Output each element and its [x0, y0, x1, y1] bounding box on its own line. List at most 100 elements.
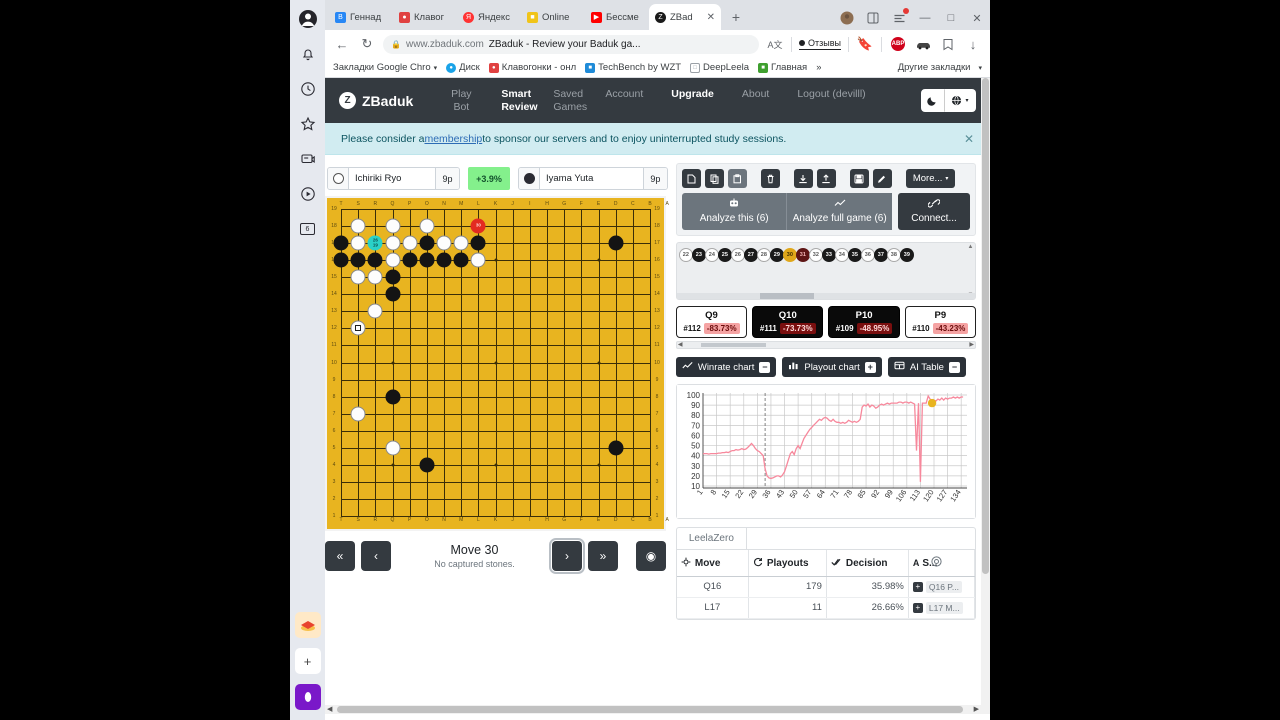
toggle-view-button[interactable]: ◉	[636, 541, 666, 571]
board-stone[interactable]	[402, 235, 418, 251]
paste-icon[interactable]	[727, 169, 747, 188]
page-hscrollbar[interactable]: ◀ ▶	[325, 705, 981, 714]
board-stone[interactable]	[350, 218, 366, 234]
next-move-button[interactable]: ›	[549, 538, 585, 574]
board-stone[interactable]: 30	[470, 218, 486, 234]
tab-leelazero[interactable]: LeelaZero	[676, 528, 747, 550]
board-stone[interactable]	[367, 303, 383, 319]
move-stone[interactable]: 22	[678, 248, 693, 262]
nav-upgrade[interactable]: Upgrade	[657, 88, 728, 101]
move-stone[interactable]: 31	[795, 248, 810, 262]
scroll-thumb[interactable]	[760, 293, 814, 299]
adblock-icon[interactable]: ABP	[889, 35, 907, 53]
scroll-left-arrow[interactable]: ◀	[678, 341, 683, 348]
nav-about[interactable]: About	[728, 88, 783, 101]
bell-icon[interactable]	[297, 43, 319, 65]
move-stone[interactable]: 26	[730, 248, 745, 262]
winrate-chart-state[interactable]: −	[759, 361, 771, 373]
gear-icon[interactable]	[930, 555, 943, 571]
tab-3[interactable]: ■ Online	[521, 4, 585, 30]
board-stone[interactable]	[385, 235, 400, 251]
board-stone[interactable]	[385, 389, 400, 405]
upload-icon[interactable]	[816, 169, 836, 188]
board-stone[interactable]	[350, 406, 366, 422]
move-history-strip[interactable]: 222324252627282930313233343536373839 ▲ ▼	[675, 242, 976, 300]
scroll-right-arrow[interactable]: ▶	[974, 705, 979, 713]
playout-chart-state[interactable]: +	[864, 361, 876, 373]
board-stone[interactable]	[350, 235, 366, 251]
first-move-button[interactable]: «	[325, 541, 355, 571]
bookmark-techbench[interactable]: ■ TechBench by WZT	[585, 62, 681, 73]
dark-mode-button[interactable]	[921, 89, 944, 112]
move-stone[interactable]: 39	[899, 248, 914, 262]
scroll-up-arrow[interactable]: ▲	[967, 244, 974, 250]
move-stone[interactable]: 30	[782, 248, 797, 262]
minimize-button[interactable]: —	[916, 9, 934, 27]
header-playouts[interactable]: Playouts	[749, 550, 827, 576]
chat-icon[interactable]	[297, 148, 319, 170]
move-stone[interactable]: 38	[886, 248, 901, 262]
pages-icon[interactable]: 6	[297, 218, 319, 240]
winrate-chart-toggle[interactable]: Winrate chart −	[675, 357, 777, 377]
back-icon[interactable]: ←	[333, 35, 351, 53]
extension-car-icon[interactable]	[914, 35, 932, 53]
move-strip-vscrollbar[interactable]: ▲ ▼	[967, 244, 974, 298]
bookmark-glavnaya[interactable]: ■ Главная	[758, 62, 807, 73]
board-stone[interactable]	[385, 286, 400, 302]
board-stone[interactable]	[333, 252, 349, 268]
move-stone[interactable]: 34	[834, 248, 849, 262]
header-sequence[interactable]: A S...	[909, 550, 975, 576]
move-stone[interactable]: 27	[743, 248, 758, 262]
tab-4[interactable]: ▶ Бессме	[585, 4, 649, 30]
tab-2[interactable]: Я Яндекс	[457, 4, 521, 30]
move-strip-hscrollbar[interactable]	[676, 293, 975, 299]
analyze-this-button[interactable]: Analyze this (6)	[681, 193, 788, 230]
header-decision[interactable]: Decision	[827, 550, 909, 576]
board-stone[interactable]	[419, 457, 435, 473]
scroll-left-arrow[interactable]: ◀	[327, 705, 332, 713]
edit-icon[interactable]	[872, 169, 892, 188]
nav-logout[interactable]: Logout (devilll)	[783, 88, 879, 101]
move-stone[interactable]: 24	[704, 248, 719, 262]
move-stone[interactable]: 36	[860, 248, 875, 262]
nav-play-bot[interactable]: Play Bot	[435, 88, 487, 114]
move-suggestion-card[interactable]: P10 #109 -48.95%	[828, 306, 900, 338]
move-stone[interactable]: 37	[873, 248, 888, 262]
prev-move-button[interactable]: ‹	[361, 541, 391, 571]
new-tab-button[interactable]: +	[725, 6, 747, 28]
board-stone[interactable]	[367, 269, 383, 285]
clock-icon[interactable]	[297, 78, 319, 100]
board-stone[interactable]: 26 19	[367, 235, 383, 251]
tab-0[interactable]: B Геннад	[329, 4, 393, 30]
move-stone[interactable]: 33	[821, 248, 836, 262]
bookmarks-overflow-icon[interactable]: »	[816, 62, 821, 73]
playout-chart-toggle[interactable]: Playout chart +	[782, 357, 882, 377]
white-player-name[interactable]: Ichiriki Ryo	[349, 168, 435, 189]
split-icon[interactable]	[939, 35, 957, 53]
ai-table-toggle[interactable]: AI Table −	[887, 357, 966, 377]
header-move[interactable]: Move	[677, 550, 749, 576]
board-stone[interactable]	[385, 440, 400, 456]
bookmark-deepleela[interactable]: □ DeepLeela	[690, 62, 749, 73]
play-icon[interactable]	[297, 183, 319, 205]
download-icon[interactable]: ↓	[964, 35, 982, 53]
board-stone[interactable]	[453, 235, 469, 251]
profile-avatar[interactable]	[838, 9, 856, 27]
ai-table-state[interactable]: −	[948, 361, 960, 373]
cards-hscrollbar[interactable]: ◀ ▶	[675, 341, 976, 349]
board-stone[interactable]	[333, 235, 349, 251]
scroll-thumb[interactable]	[337, 706, 963, 713]
stack-icon[interactable]	[294, 612, 321, 638]
split-screen-icon[interactable]	[864, 9, 882, 27]
move-stone[interactable]: 32	[808, 248, 823, 262]
scroll-thumb[interactable]	[982, 78, 989, 575]
add-icon[interactable]: +	[294, 648, 321, 674]
move-stone[interactable]: 29	[769, 248, 784, 262]
move-stone[interactable]: 23	[691, 248, 706, 262]
reload-icon[interactable]: ↻	[358, 35, 376, 53]
board-stone[interactable]	[608, 440, 624, 456]
board-stone[interactable]	[453, 252, 469, 268]
feedback-button[interactable]: Отзывы	[799, 38, 841, 50]
board-stone[interactable]	[385, 269, 400, 285]
move-stone[interactable]: 28	[756, 248, 771, 262]
